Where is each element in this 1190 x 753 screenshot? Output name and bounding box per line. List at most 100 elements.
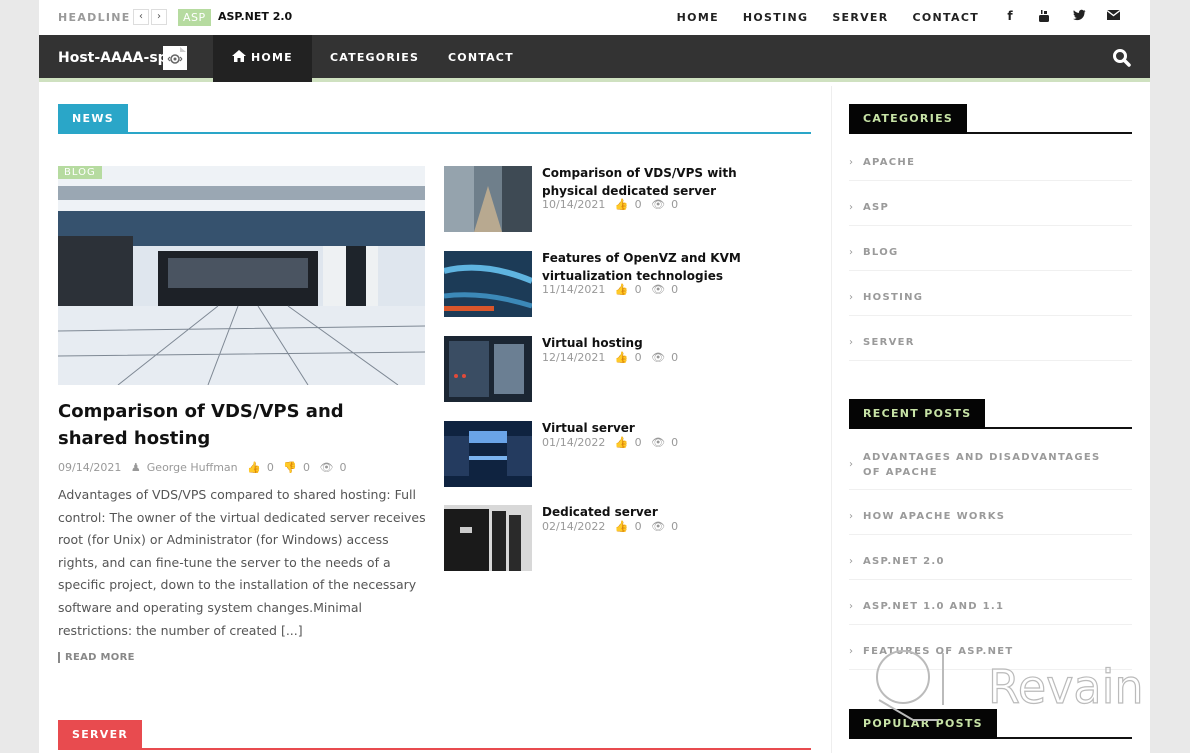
recent-post-item[interactable]: › FEATURES OF ASP.NET (849, 634, 1132, 670)
home-icon (232, 36, 246, 81)
post-title[interactable]: Features of OpenVZ and KVM virtualizatio… (542, 249, 792, 285)
chevron-right-icon: › (849, 202, 853, 213)
category-item[interactable]: › HOSTING (849, 280, 1132, 316)
server-section-header: SERVER (58, 720, 811, 750)
sidebar-divider (831, 86, 832, 753)
category-label: ASP (863, 202, 890, 213)
post-likes: 0 (634, 198, 642, 211)
post-date: 02/14/2022 (542, 520, 606, 533)
nav-contact[interactable]: CONTACT (429, 35, 533, 82)
post-meta: 12/14/2021 👍 0 👁 0 (542, 351, 684, 364)
post-title[interactable]: Comparison of VDS/VPS with physical dedi… (542, 164, 792, 200)
news-section-rule (58, 132, 811, 134)
nav-home[interactable]: HOME (213, 35, 312, 82)
eye-icon: 👁 (651, 351, 666, 364)
chevron-right-icon: › (849, 157, 853, 168)
popular-posts-widget-title: POPULAR POSTS (849, 709, 997, 739)
featured-post-title[interactable]: Comparison of VDS/VPS and shared hosting (58, 398, 418, 452)
post-thumbnail[interactable] (444, 505, 532, 571)
category-item[interactable]: › APACHE (849, 145, 1132, 181)
thumbs-up-icon: 👍 (614, 198, 629, 211)
facebook-icon[interactable]: f (1002, 9, 1018, 25)
eye-icon: 👁 (651, 436, 666, 449)
site-logo[interactable]: Host-AAAA-sp (58, 50, 168, 66)
post-views: 0 (671, 351, 679, 364)
headline-label: HEADLINE (58, 11, 131, 24)
top-nav-contact[interactable]: CONTACT (913, 11, 979, 24)
recent-post-item[interactable]: › HOW APACHE WORKS (849, 499, 1132, 535)
top-nav-server[interactable]: SERVER (832, 11, 888, 24)
post-likes: 0 (634, 283, 642, 296)
twitter-icon[interactable] (1071, 9, 1087, 25)
logo-gear-icon (163, 46, 187, 70)
post-views: 0 (671, 520, 679, 533)
category-label: APACHE (863, 157, 916, 168)
category-item[interactable]: › ASP (849, 190, 1132, 226)
post-date: 11/14/2021 (542, 283, 606, 296)
post-date: 01/14/2022 (542, 436, 606, 449)
featured-post-dislikes: 0 (303, 461, 311, 474)
news-section-header: NEWS (58, 104, 811, 134)
post-thumbnail[interactable] (444, 166, 532, 232)
post-meta: 11/14/2021 👍 0 👁 0 (542, 283, 684, 296)
post-title[interactable]: Virtual server (542, 419, 792, 437)
thumbs-up-icon: 👍 (614, 351, 629, 364)
categories-widget-title: CATEGORIES (849, 104, 968, 134)
eye-icon: 👁 (319, 461, 334, 474)
featured-post-meta: 09/14/2021 ♟ George Huffman 👍 0 👎 0 👁 0 (58, 461, 353, 474)
top-nav-home[interactable]: HOME (677, 11, 719, 24)
server-section-title[interactable]: SERVER (58, 720, 143, 750)
recent-post-item[interactable]: › ASP.NET 1.0 AND 1.1 (849, 589, 1132, 625)
eye-icon: 👁 (651, 283, 666, 296)
list-item: Virtual hosting 12/14/2021 👍 0 👁 0 (444, 336, 814, 402)
featured-post-image[interactable]: BLOG (58, 166, 425, 385)
headline-category-badge[interactable]: ASP (178, 9, 211, 26)
page: HEADLINE ‹ › ASP ASP.NET 2.0 HOME HOSTIN… (39, 0, 1150, 753)
news-section-title[interactable]: NEWS (58, 104, 128, 134)
popular-posts-widget-header: POPULAR POSTS (849, 709, 1132, 739)
category-label: BLOG (863, 247, 899, 258)
recent-post-item[interactable]: › ASP.NET 2.0 (849, 544, 1132, 580)
featured-post-date: 09/14/2021 (58, 461, 122, 474)
youtube-icon[interactable] (1036, 9, 1052, 25)
post-meta: 10/14/2021 👍 0 👁 0 (542, 198, 684, 211)
list-item: Comparison of VDS/VPS with physical dedi… (444, 166, 814, 232)
headline-title-link[interactable]: ASP.NET 2.0 (218, 10, 292, 23)
post-views: 0 (671, 198, 679, 211)
post-thumbnail[interactable] (444, 336, 532, 402)
chevron-right-icon: › (849, 292, 853, 303)
featured-category-badge[interactable]: BLOG (58, 166, 102, 179)
nav-categories[interactable]: CATEGORIES (311, 35, 438, 82)
category-item[interactable]: › BLOG (849, 235, 1132, 271)
post-thumbnail[interactable] (444, 421, 532, 487)
search-icon[interactable] (1112, 48, 1132, 68)
post-views: 0 (671, 436, 679, 449)
email-icon[interactable] (1105, 9, 1121, 25)
eye-icon: 👁 (651, 520, 666, 533)
headline-prev-button[interactable]: ‹ (133, 9, 149, 25)
categories-widget-header: CATEGORIES (849, 104, 1132, 134)
headline-next-button[interactable]: › (151, 9, 167, 25)
category-label: SERVER (863, 337, 915, 348)
featured-post-author[interactable]: George Huffman (147, 461, 238, 474)
category-item[interactable]: › SERVER (849, 325, 1132, 361)
top-nav-hosting[interactable]: HOSTING (743, 11, 808, 24)
recent-post-label: ADVANTAGES AND DISADVANTAGES OF APACHE (863, 451, 1101, 478)
post-meta: 01/14/2022 👍 0 👁 0 (542, 436, 684, 449)
featured-post-views: 0 (339, 461, 347, 474)
thumbs-down-icon: 👎 (283, 461, 298, 474)
read-more-link[interactable]: READ MORE (58, 652, 135, 663)
server-section-rule (58, 748, 811, 750)
top-nav: HOME HOSTING SERVER CONTACT (653, 11, 979, 24)
recent-post-item[interactable]: › ADVANTAGES AND DISADVANTAGES OF APACHE (849, 440, 1132, 490)
post-thumbnail[interactable] (444, 251, 532, 317)
thumbs-up-icon: 👍 (614, 436, 629, 449)
post-title[interactable]: Dedicated server (542, 503, 792, 521)
category-label: HOSTING (863, 292, 924, 303)
post-title[interactable]: Virtual hosting (542, 334, 792, 352)
recent-posts-widget-title: RECENT POSTS (849, 399, 986, 429)
featured-post-excerpt: Advantages of VDS/VPS compared to shared… (58, 487, 426, 638)
thumbs-up-icon: 👍 (614, 520, 629, 533)
list-item: Virtual server 01/14/2022 👍 0 👁 0 (444, 421, 814, 487)
recent-posts-widget-header: RECENT POSTS (849, 399, 1132, 429)
